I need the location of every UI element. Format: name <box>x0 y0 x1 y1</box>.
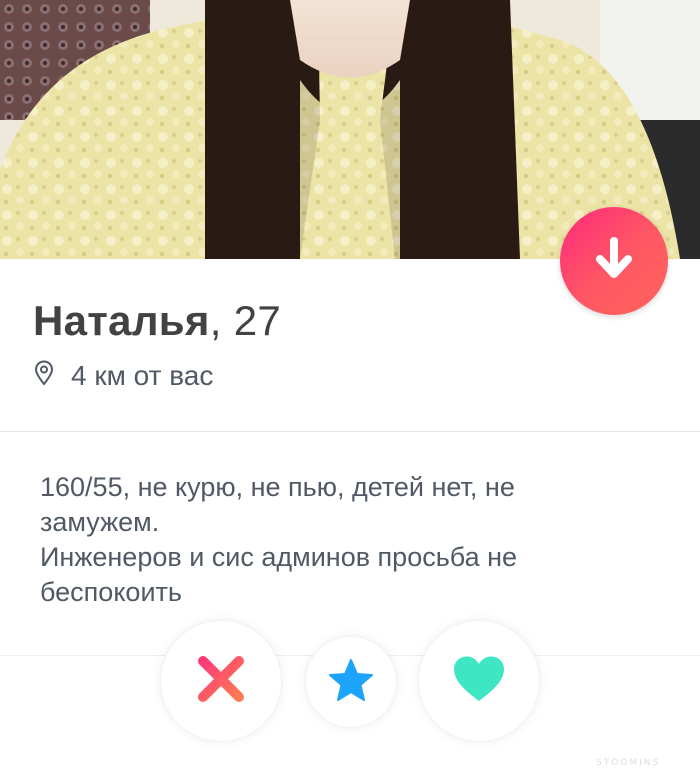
name-separator: , <box>209 297 222 344</box>
bio-line: Инженеров и сис админов просьба не <box>40 542 518 572</box>
like-button[interactable] <box>418 620 540 742</box>
divider <box>0 431 700 432</box>
bio-text: 160/55, не курю, не пью, детей нет, не з… <box>40 470 620 610</box>
location-pin-icon <box>33 360 55 393</box>
profile-name-age: Наталья, 27 <box>33 297 281 345</box>
x-icon <box>195 653 247 710</box>
arrow-down-icon <box>594 236 634 286</box>
bio-line: беспокоить <box>40 577 182 607</box>
distance-row: 4 км от вас <box>33 358 213 394</box>
super-like-button[interactable] <box>305 636 397 728</box>
nope-button[interactable] <box>160 620 282 742</box>
profile-name: Наталья <box>33 297 210 344</box>
bio-line: 160/55, не курю, не пью, детей нет, не <box>40 472 515 502</box>
profile-age: 27 <box>233 297 282 344</box>
distance-text: 4 км от вас <box>71 360 214 391</box>
collapse-profile-button[interactable] <box>560 207 668 315</box>
heart-icon <box>451 654 507 709</box>
bio-line: замужем. <box>40 507 160 537</box>
star-icon <box>328 658 374 707</box>
watermark: STOOMINS <box>596 758 661 768</box>
